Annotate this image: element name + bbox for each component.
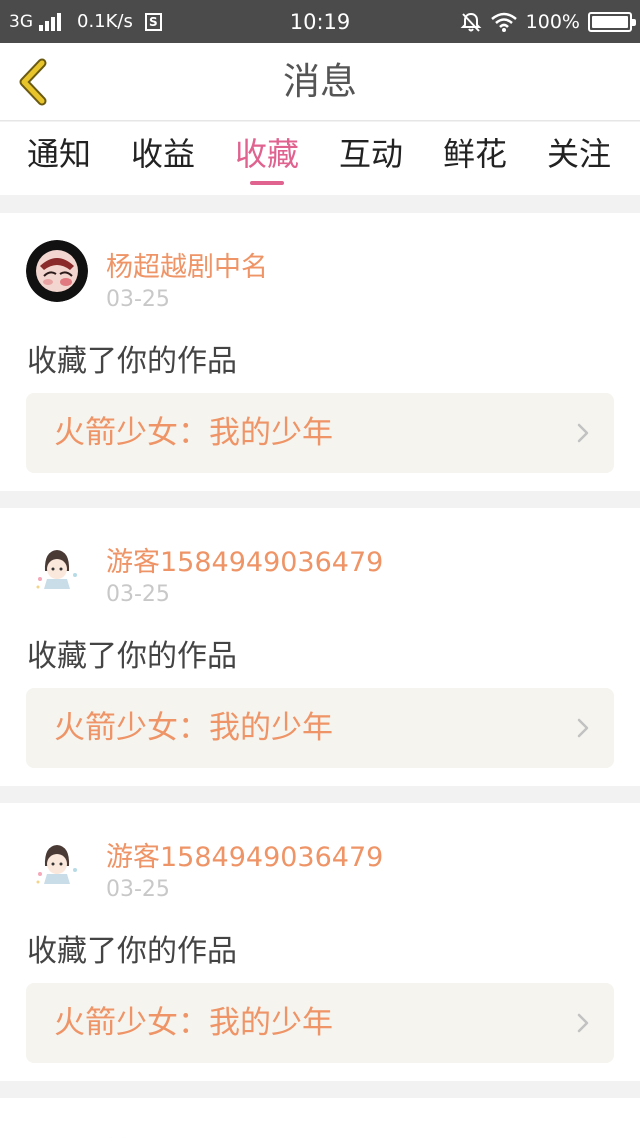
work-link[interactable]: 火箭少女：我的少年: [26, 393, 614, 473]
message-date: 03-25: [106, 287, 170, 312]
tab-label: 收藏: [234, 135, 299, 173]
tab-label: 关注: [546, 135, 611, 173]
avatar[interactable]: [26, 535, 88, 597]
active-tab-indicator: [250, 181, 284, 185]
tab-label: 鲜花: [442, 135, 507, 173]
message-card: 游客1584949036479 03-25 收藏了你的作品 火箭少女：我的少年: [0, 803, 640, 1081]
chevron-right-icon: [577, 1013, 589, 1033]
nav-bar: 消息: [0, 43, 640, 121]
tab-follows[interactable]: 关注: [527, 122, 631, 195]
messages-screen: 3G 0.1K/s S 10:19 100% 消息 通知 收益 收藏 互动 鲜花…: [0, 0, 640, 1138]
tab-label: 通知: [26, 135, 91, 173]
username[interactable]: 铃铛?: [106, 1130, 174, 1138]
avatar[interactable]: [26, 240, 88, 302]
username[interactable]: 游客1584949036479: [106, 835, 383, 874]
avatar[interactable]: [26, 1125, 88, 1138]
username[interactable]: 杨超越剧中名: [106, 245, 268, 284]
message-card: 铃铛?: [0, 1098, 640, 1138]
chevron-right-icon: [577, 423, 589, 443]
message-card: 游客1584949036479 03-25 收藏了你的作品 火箭少女：我的少年: [0, 508, 640, 786]
message-date: 03-25: [106, 582, 170, 607]
status-right: 100%: [460, 0, 636, 43]
chevron-right-icon: [577, 718, 589, 738]
opera-avatar-icon: [26, 240, 88, 302]
message-card: 杨超越剧中名 03-25 收藏了你的作品 火箭少女：我的少年: [0, 213, 640, 491]
message-action: 收藏了你的作品: [27, 639, 237, 674]
avatar[interactable]: [26, 830, 88, 892]
message-date: 03-25: [106, 877, 170, 902]
work-title: 火箭少女：我的少年: [54, 1005, 333, 1041]
status-bar: 3G 0.1K/s S 10:19 100%: [0, 0, 640, 43]
wifi-icon: [490, 12, 517, 32]
username[interactable]: 游客1584949036479: [106, 540, 383, 579]
work-link[interactable]: 火箭少女：我的少年: [26, 983, 614, 1063]
girl-avatar-icon: [26, 535, 88, 597]
blue-avatar-icon: [31, 1125, 83, 1138]
battery-percent: 100%: [525, 10, 580, 33]
tab-bar: 通知 收益 收藏 互动 鲜花 关注: [0, 122, 640, 195]
page-title: 消息: [283, 60, 357, 103]
message-action: 收藏了你的作品: [27, 934, 237, 969]
tab-label: 互动: [338, 135, 403, 173]
tab-earnings[interactable]: 收益: [111, 122, 215, 195]
back-button[interactable]: [14, 55, 64, 109]
chevron-left-icon: [19, 58, 47, 106]
message-action: 收藏了你的作品: [27, 344, 237, 379]
notification-muted-icon: [460, 12, 482, 32]
work-title: 火箭少女：我的少年: [54, 710, 333, 746]
tab-interactions[interactable]: 互动: [319, 122, 423, 195]
tab-label: 收益: [130, 135, 195, 173]
tab-flowers[interactable]: 鲜花: [423, 122, 527, 195]
battery-icon: [588, 11, 636, 32]
work-link[interactable]: 火箭少女：我的少年: [26, 688, 614, 768]
girl-avatar-icon: [26, 830, 88, 892]
work-title: 火箭少女：我的少年: [54, 415, 333, 451]
tab-favorites[interactable]: 收藏: [215, 122, 319, 195]
tab-notifications[interactable]: 通知: [7, 122, 111, 195]
